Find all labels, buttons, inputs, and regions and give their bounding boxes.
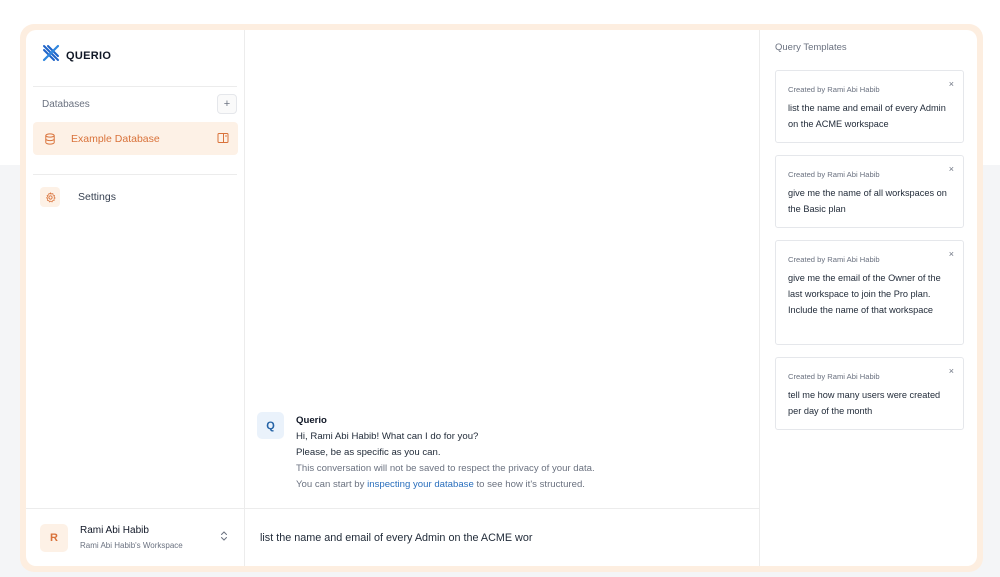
message-greeting: Hi, Rami Abi Habib! What can I do for yo… [296,431,479,442]
message-instruction: Please, be as specific as you can. [296,447,441,458]
message-hint: You can start by inspecting your databas… [296,477,595,493]
sidebar-divider [33,86,237,87]
template-text: give me the email of the Owner of the la… [788,273,941,315]
user-menu[interactable]: R Rami Abi Habib Rami Abi Habib's Worksp… [26,508,244,566]
template-card[interactable]: Created by Rami Abi Habib × list the nam… [775,70,964,143]
gear-icon [40,187,60,207]
sidebar: QUERIO Databases + Example Database Sett… [26,30,245,566]
querio-logo-icon [42,44,60,67]
composer [245,508,759,566]
message-sender: Querio [296,415,327,426]
databases-label: Databases [42,99,90,110]
sidebar-item-example-database[interactable]: Example Database [33,122,238,155]
database-icon [44,132,56,145]
template-text: tell me how many users were created per … [788,390,941,416]
close-icon[interactable]: × [949,79,954,89]
templates-title: Query Templates [775,42,847,53]
hint-prefix: You can start by [296,479,365,490]
chat-message: Q Querio Hi, Rami Abi Habib! What can I … [257,412,595,493]
app-window: QUERIO Databases + Example Database Sett… [26,30,977,566]
brand-logo[interactable]: QUERIO [42,44,111,67]
settings-label: Settings [78,191,116,203]
chat-panel: Q Querio Hi, Rami Abi Habib! What can I … [245,30,760,566]
close-icon[interactable]: × [949,249,954,259]
template-card[interactable]: Created by Rami Abi Habib × give me the … [775,155,964,228]
sidebar-divider [33,174,237,175]
user-name: Rami Abi Habib [80,525,149,536]
message-privacy-note: This conversation will not be saved to r… [296,463,595,474]
query-input[interactable] [260,531,740,544]
message-body: Querio Hi, Rami Abi Habib! What can I do… [296,412,595,493]
template-author: Created by Rami Abi Habib [788,372,880,381]
template-author: Created by Rami Abi Habib [788,255,880,264]
sidebar-item-settings[interactable]: Settings [33,185,238,209]
close-icon[interactable]: × [949,164,954,174]
inspect-database-link[interactable]: inspecting your database [367,479,474,490]
template-author: Created by Rami Abi Habib [788,170,880,179]
template-text: give me the name of all workspaces on th… [788,188,947,214]
add-database-button[interactable]: + [217,94,237,114]
template-card[interactable]: Created by Rami Abi Habib × tell me how … [775,357,964,430]
chevron-up-down-icon[interactable] [220,531,228,541]
template-author: Created by Rami Abi Habib [788,85,880,94]
inspect-database-icon[interactable] [217,132,229,144]
plus-icon: + [223,98,231,110]
sidebar-item-label: Example Database [71,132,160,145]
close-icon[interactable]: × [949,366,954,376]
app-frame: QUERIO Databases + Example Database Sett… [20,24,983,572]
template-card[interactable]: Created by Rami Abi Habib × give me the … [775,240,964,345]
query-templates-panel: Query Templates Created by Rami Abi Habi… [760,30,977,566]
user-meta: Rami Abi Habib Rami Abi Habib's Workspac… [80,525,183,550]
brand-name: QUERIO [66,49,112,62]
template-text: list the name and email of every Admin o… [788,103,946,129]
assistant-avatar: Q [257,412,284,439]
workspace-name: Rami Abi Habib's Workspace [80,541,183,550]
hint-suffix: to see how it's structured. [476,479,585,490]
avatar: R [40,523,68,552]
